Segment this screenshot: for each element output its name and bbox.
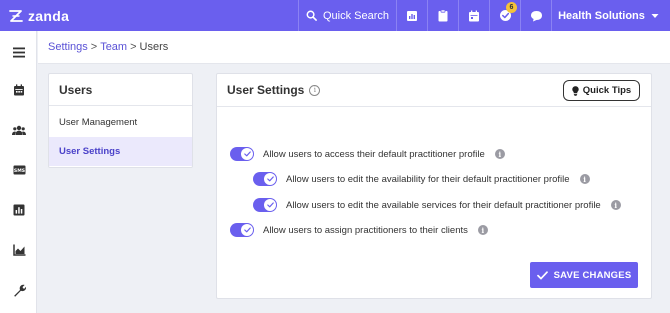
setting-toggle[interactable] bbox=[253, 172, 277, 186]
toggle-knob bbox=[241, 224, 253, 236]
setting-toggle[interactable] bbox=[253, 198, 277, 212]
clipboard-icon bbox=[438, 9, 448, 22]
calendar-icon bbox=[469, 10, 479, 21]
breadcrumb-current: Users bbox=[139, 41, 169, 53]
setting-toggle[interactable] bbox=[230, 223, 254, 237]
menu-icon[interactable] bbox=[11, 44, 27, 60]
setting-row: Allow users to edit the availability for… bbox=[253, 172, 590, 186]
subnav-item-user-management[interactable]: User Management bbox=[49, 108, 192, 137]
info-icon[interactable]: i bbox=[610, 200, 621, 210]
quick-search-button[interactable]: Quick Search bbox=[298, 0, 396, 31]
breadcrumb-settings[interactable]: Settings bbox=[48, 41, 88, 53]
setting-row: Allow users to edit the available servic… bbox=[253, 198, 621, 212]
chevron-down-icon bbox=[651, 13, 659, 18]
breadcrumb-separator: > bbox=[130, 41, 137, 53]
users-subnav: Users User Management User Settings bbox=[48, 73, 193, 168]
zanda-logo[interactable]: zanda bbox=[0, 0, 298, 31]
breadcrumb: Settings > Team > Users bbox=[38, 31, 670, 64]
setting-toggle[interactable] bbox=[230, 147, 254, 161]
toggle-knob bbox=[264, 173, 276, 185]
subnav-title: Users bbox=[49, 74, 192, 106]
check-icon bbox=[243, 227, 251, 233]
quick-search-label: Quick Search bbox=[322, 9, 390, 22]
reports-icon[interactable] bbox=[11, 202, 27, 218]
business-switcher[interactable]: Health Solutions bbox=[551, 0, 665, 31]
check-icon bbox=[266, 176, 274, 182]
setting-label: Allow users to edit the availability for… bbox=[286, 173, 570, 185]
top-bar: zanda Quick Search 6 Health Solutions bbox=[0, 0, 670, 31]
analytics-icon[interactable] bbox=[11, 242, 27, 258]
calendar-button[interactable] bbox=[458, 0, 489, 31]
subnav-item-user-settings[interactable]: User Settings bbox=[49, 137, 192, 166]
clipboard-button[interactable] bbox=[427, 0, 458, 31]
reports-icon bbox=[407, 10, 417, 21]
info-icon[interactable]: i bbox=[309, 84, 321, 96]
check-icon bbox=[266, 202, 274, 208]
tasks-badge: 6 bbox=[506, 2, 517, 13]
business-name: Health Solutions bbox=[558, 9, 645, 22]
setting-row: Allow users to access their default prac… bbox=[230, 147, 505, 161]
settings-wrench-icon[interactable] bbox=[11, 282, 27, 298]
breadcrumb-separator: > bbox=[90, 41, 98, 53]
zanda-logo-icon bbox=[9, 9, 23, 22]
check-icon bbox=[243, 151, 251, 157]
setting-label: Allow users to assign practitioners to t… bbox=[263, 224, 468, 236]
logo-text: zanda bbox=[28, 7, 70, 24]
lightbulb-icon bbox=[572, 85, 579, 96]
save-changes-button[interactable]: SAVE CHANGES bbox=[530, 262, 638, 288]
page-title: User Settings bbox=[227, 83, 305, 97]
quick-tips-button[interactable]: Quick Tips bbox=[563, 80, 640, 101]
search-icon bbox=[306, 10, 317, 21]
toggle-knob bbox=[241, 148, 253, 160]
chat-icon bbox=[530, 10, 542, 21]
breadcrumb-team[interactable]: Team bbox=[100, 41, 127, 53]
info-icon[interactable]: i bbox=[494, 149, 505, 159]
sms-icon[interactable]: SMS bbox=[11, 162, 27, 178]
toggle-knob bbox=[264, 199, 276, 211]
quick-tips-label: Quick Tips bbox=[582, 85, 632, 96]
reports-button[interactable] bbox=[396, 0, 427, 31]
user-settings-card: User Settings i Quick Tips Allow users t… bbox=[216, 73, 652, 299]
setting-label: Allow users to edit the available servic… bbox=[286, 199, 601, 211]
setting-label: Allow users to access their default prac… bbox=[263, 148, 485, 160]
left-sidebar: SMS bbox=[0, 31, 37, 313]
setting-row: Allow users to assign practitioners to t… bbox=[230, 223, 488, 237]
calendar-icon[interactable] bbox=[11, 82, 27, 98]
clients-icon[interactable] bbox=[11, 122, 27, 138]
info-icon[interactable]: i bbox=[579, 174, 590, 184]
info-icon[interactable]: i bbox=[477, 225, 488, 235]
card-header: User Settings i Quick Tips bbox=[217, 74, 651, 107]
tasks-button[interactable]: 6 bbox=[489, 0, 520, 31]
chat-button[interactable] bbox=[520, 0, 551, 31]
svg-text:SMS: SMS bbox=[13, 168, 24, 174]
check-icon bbox=[536, 270, 548, 279]
save-changes-label: SAVE CHANGES bbox=[553, 269, 632, 281]
